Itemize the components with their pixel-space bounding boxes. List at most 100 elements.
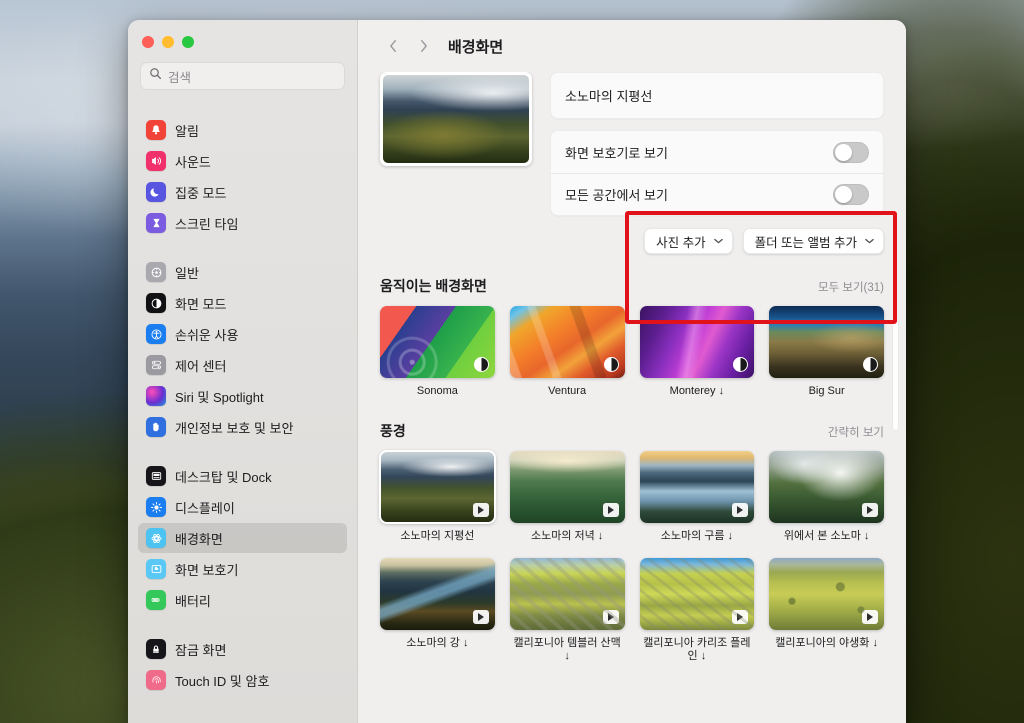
wallpaper-thumbnail[interactable] bbox=[769, 450, 884, 523]
play-badge-icon bbox=[472, 502, 489, 517]
settings-scroll-area[interactable]: 소노마의 지평선 화면 보호기로 보기 모든 공간에서 보기 사진 추가 폴더 … bbox=[358, 72, 906, 723]
section-header: 풍경 간략히 보기 bbox=[380, 421, 884, 441]
wallpaper-thumbnail[interactable] bbox=[769, 557, 884, 630]
sidebar-item-label: 일반 bbox=[175, 265, 199, 281]
sidebar-divider bbox=[128, 241, 357, 254]
wallpaper-thumbnail[interactable] bbox=[509, 557, 625, 630]
option-row-all-spaces[interactable]: 모든 공간에서 보기 bbox=[551, 173, 883, 215]
play-badge-icon bbox=[732, 502, 749, 517]
wallpaper-tile[interactable]: 소노마의 저녁 ↓ bbox=[509, 450, 625, 544]
screensaver-toggle[interactable] bbox=[833, 141, 869, 163]
search-placeholder: 검색 bbox=[168, 70, 192, 85]
play-badge-icon bbox=[862, 609, 878, 624]
wallpaper-tile[interactable]: 위에서 본 소노마 ↓ bbox=[769, 450, 884, 544]
wallpaper-icon bbox=[146, 528, 166, 548]
sidebar-item-appearance[interactable]: 화면 모드 bbox=[138, 288, 347, 318]
add-folder-album-popup-button[interactable]: 폴더 또는 앨범 추가 bbox=[742, 228, 884, 254]
minimize-button[interactable] bbox=[162, 36, 174, 48]
wallpaper-thumbnail[interactable] bbox=[509, 450, 625, 523]
sidebar-item-siri-spotlight[interactable]: Siri 및 Spotlight bbox=[138, 381, 347, 411]
system-settings-window: 검색 알림 사운드 집중 모드 스크린 타임 일반 화면 모드 손쉬운 사용 제… bbox=[128, 20, 906, 723]
section-landscape-wallpapers: 풍경 간략히 보기 소노마의 지평선 소노마의 저녁 ↓ 소노마의 구름 ↓ 위… bbox=[358, 421, 906, 664]
sidebar-item-label: 데스크탑 및 Dock bbox=[175, 469, 272, 485]
sidebar-item-privacy-security[interactable]: 개인정보 보호 및 보안 bbox=[138, 412, 347, 442]
wallpaper-tile-label: 캘리포니아의 야생화 ↓ bbox=[775, 636, 878, 649]
sidebar-item-sound[interactable]: 사운드 bbox=[138, 146, 347, 176]
all-spaces-toggle[interactable] bbox=[833, 184, 869, 205]
accessibility-icon bbox=[146, 324, 166, 344]
wallpaper-tile[interactable]: Sonoma bbox=[380, 306, 495, 399]
wallpaper-tile[interactable]: 소노마의 지평선 bbox=[379, 449, 496, 544]
wallpaper-grid: Sonoma Ventura Monterey ↓ Big Sur bbox=[380, 306, 884, 399]
hourglass-icon bbox=[146, 213, 166, 233]
zoom-button[interactable] bbox=[182, 36, 194, 48]
section-show-all-link[interactable]: 모두 보기(31) bbox=[818, 279, 884, 295]
sidebar-item-label: Siri 및 Spotlight bbox=[175, 389, 264, 405]
back-button[interactable] bbox=[380, 33, 406, 59]
wallpaper-grid: 소노마의 지평선 소노마의 저녁 ↓ 소노마의 구름 ↓ 위에서 본 소노마 ↓ bbox=[379, 449, 884, 665]
content-pane: 배경화면 소노마의 지평선 화면 보호기로 보기 모든 공간에서 보기 사진 추… bbox=[358, 20, 906, 723]
fingerprint-icon bbox=[146, 670, 166, 690]
sidebar-item-screen-time[interactable]: 스크린 타임 bbox=[138, 208, 347, 238]
sidebar-item-displays[interactable]: 디스플레이 bbox=[138, 492, 347, 522]
wallpaper-thumbnail[interactable] bbox=[769, 306, 884, 378]
wallpaper-thumbnail[interactable] bbox=[380, 306, 495, 378]
sidebar-item-battery[interactable]: 배터리 bbox=[138, 585, 347, 615]
wallpaper-options-card: 화면 보호기로 보기 모든 공간에서 보기 bbox=[550, 130, 884, 216]
wallpaper-tile[interactable]: 소노마의 구름 ↓ bbox=[639, 450, 755, 544]
sidebar-item-general[interactable]: 일반 bbox=[138, 257, 347, 287]
sidebar-item-desktop-dock[interactable]: 데스크탑 및 Dock bbox=[138, 461, 347, 491]
add-photo-label: 사진 추가 bbox=[656, 235, 706, 250]
sidebar-item-control-center[interactable]: 제어 센터 bbox=[138, 350, 347, 380]
wallpaper-thumbnail[interactable] bbox=[639, 450, 755, 523]
search-field[interactable]: 검색 bbox=[140, 62, 345, 90]
wallpaper-tile[interactable]: Ventura bbox=[509, 306, 625, 399]
dynamic-badge-icon bbox=[603, 357, 619, 372]
play-badge-icon bbox=[602, 609, 619, 624]
wallpaper-tile-label: 위에서 본 소노마 ↓ bbox=[783, 529, 870, 542]
wallpaper-thumbnail[interactable] bbox=[509, 306, 625, 378]
wallpaper-thumbnail[interactable] bbox=[639, 306, 755, 378]
wallpaper-tile[interactable]: Monterey ↓ bbox=[639, 306, 755, 399]
wallpaper-thumbnail[interactable] bbox=[380, 557, 495, 630]
sidebar-item-touch-id[interactable]: Touch ID 및 암호 bbox=[138, 665, 347, 695]
sidebar-item-label: 알림 bbox=[175, 123, 199, 139]
wallpaper-preview[interactable] bbox=[380, 72, 532, 166]
sidebar-item-label: 개인정보 보호 및 보안 bbox=[175, 420, 294, 436]
wallpaper-thumbnail-selected[interactable] bbox=[379, 449, 496, 524]
sidebar-item-wallpaper[interactable]: 배경화면 bbox=[138, 523, 347, 553]
wallpaper-tile-label: 소노마의 저녁 ↓ bbox=[530, 529, 604, 542]
sidebar-item-lock-screen[interactable]: 잠금 화면 bbox=[138, 634, 347, 664]
moon-icon bbox=[146, 182, 166, 202]
sidebar-item-label: 디스플레이 bbox=[175, 500, 235, 516]
close-button[interactable] bbox=[142, 36, 154, 48]
section-dynamic-wallpapers: 움직이는 배경화면 모두 보기(31) Sonoma Ventura Monte… bbox=[358, 276, 906, 399]
sidebar-divider bbox=[128, 618, 357, 631]
vertical-scrollbar[interactable] bbox=[893, 320, 898, 430]
add-photo-popup-button[interactable]: 사진 추가 bbox=[644, 228, 733, 254]
wallpaper-tile[interactable]: 소노마의 강 ↓ bbox=[380, 557, 495, 665]
wallpaper-tile[interactable]: 캘리포니아의 야생화 ↓ bbox=[769, 557, 884, 665]
wallpaper-tile[interactable]: Big Sur bbox=[769, 306, 884, 399]
wallpaper-tile[interactable]: 캘리포니아 템블러 산맥 ↓ bbox=[509, 557, 625, 665]
sidebar: 검색 알림 사운드 집중 모드 스크린 타임 일반 화면 모드 손쉬운 사용 제… bbox=[128, 20, 358, 723]
sidebar-item-notifications[interactable]: 알림 bbox=[138, 115, 347, 145]
sidebar-list[interactable]: 알림 사운드 집중 모드 스크린 타임 일반 화면 모드 손쉬운 사용 제어 센… bbox=[128, 112, 357, 723]
sidebar-item-label: 사운드 bbox=[175, 154, 211, 170]
sidebar-item-screensaver[interactable]: 화면 보호기 bbox=[138, 554, 347, 584]
forward-button[interactable] bbox=[410, 33, 436, 59]
display-brightness-icon bbox=[146, 497, 166, 517]
wallpaper-preview-image bbox=[383, 75, 529, 163]
play-badge-icon bbox=[472, 609, 489, 624]
option-row-screensaver[interactable]: 화면 보호기로 보기 bbox=[551, 131, 883, 173]
wallpaper-tile[interactable]: 캘리포니아 카리조 플레인 ↓ bbox=[639, 557, 755, 665]
wallpaper-thumbnail[interactable] bbox=[639, 557, 755, 630]
hand-icon bbox=[146, 417, 166, 437]
sidebar-item-focus[interactable]: 집중 모드 bbox=[138, 177, 347, 207]
screensaver-icon bbox=[146, 559, 166, 579]
sidebar-item-accessibility[interactable]: 손쉬운 사용 bbox=[138, 319, 347, 349]
section-collapse-link[interactable]: 간략히 보기 bbox=[828, 424, 884, 440]
section-title: 풍경 bbox=[380, 422, 406, 439]
appearance-icon bbox=[146, 293, 166, 313]
add-buttons-row: 사진 추가 폴더 또는 앨범 추가 bbox=[358, 216, 906, 254]
